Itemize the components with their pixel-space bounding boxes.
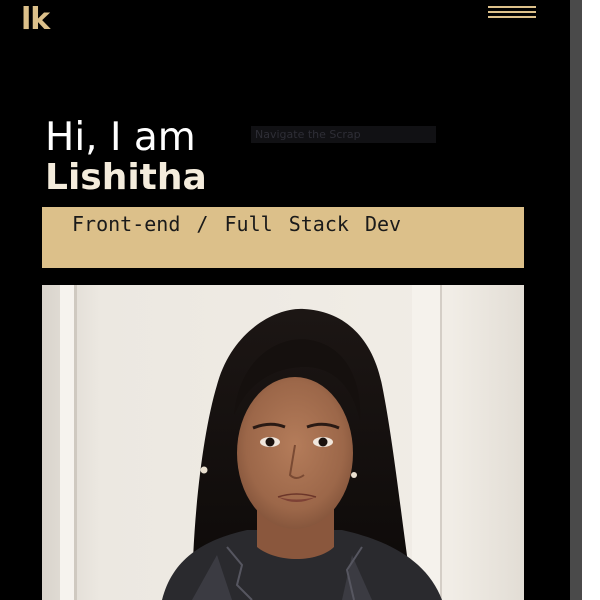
- overlay-tooltip: Navigate the Scrap: [251, 126, 436, 143]
- profile-portrait-image: [42, 285, 524, 600]
- hamburger-menu-icon[interactable]: [488, 5, 536, 21]
- site-logo[interactable]: lk: [21, 2, 50, 38]
- vertical-scrollbar[interactable]: [570, 0, 582, 600]
- profile-photo: [42, 285, 524, 600]
- menu-bar-line: [488, 6, 536, 8]
- hero-name: Lishitha: [45, 157, 207, 198]
- menu-bar-line: [488, 11, 536, 13]
- menu-bar-line: [488, 16, 536, 18]
- role-banner: Front-end / Full Stack Dev: [42, 207, 524, 268]
- page-viewport: lk Hi, I am Navigate the Scrap Lishitha …: [0, 0, 570, 600]
- hero-greeting: Hi, I am: [45, 115, 196, 160]
- window-gutter: [582, 0, 600, 600]
